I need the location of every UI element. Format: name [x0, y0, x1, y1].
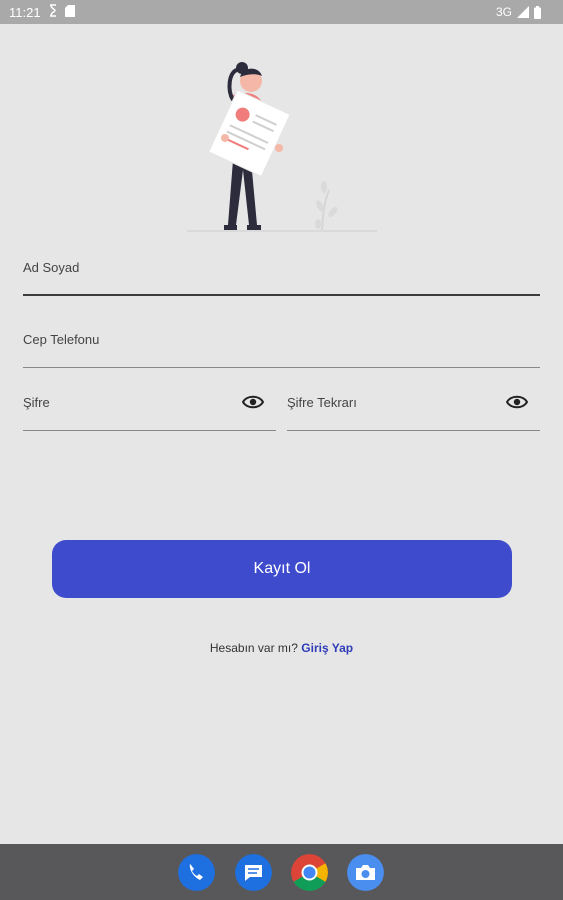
register-button[interactable]: Kayıt Ol	[52, 540, 512, 598]
login-prompt-text: Hesabın var mı?	[209, 641, 298, 655]
phone-field[interactable]: Cep Telefonu	[23, 320, 540, 368]
name-label: Ad Soyad	[23, 260, 80, 275]
sd-card-icon	[65, 4, 75, 17]
sync-icon	[50, 4, 56, 17]
password-repeat-label: Şifre Tekrarı	[287, 395, 357, 410]
name-field[interactable]: Ad Soyad	[23, 248, 540, 296]
camera-icon[interactable]	[347, 854, 384, 891]
login-link[interactable]: Giriş Yap	[301, 641, 353, 655]
password-label: Şifre	[23, 395, 50, 410]
phone-icon[interactable]	[178, 854, 215, 891]
chrome-icon[interactable]	[291, 854, 328, 891]
person-holding-document-illustration	[187, 62, 377, 232]
eye-icon[interactable]	[242, 394, 264, 410]
phone-label: Cep Telefonu	[23, 332, 100, 347]
signal-icon	[517, 6, 529, 18]
status-bar: 11:21 3G	[0, 0, 563, 24]
eye-icon[interactable]	[506, 394, 528, 410]
navigation-bar	[0, 844, 563, 900]
login-prompt: Hesabın var mı? Giriş Yap	[0, 641, 563, 655]
status-time: 11:21	[9, 5, 41, 20]
password-repeat-field[interactable]: Şifre Tekrarı	[287, 384, 540, 431]
messages-icon[interactable]	[235, 854, 272, 891]
network-type: 3G	[495, 5, 512, 19]
battery-icon	[534, 5, 541, 19]
password-field[interactable]: Şifre	[23, 384, 276, 431]
